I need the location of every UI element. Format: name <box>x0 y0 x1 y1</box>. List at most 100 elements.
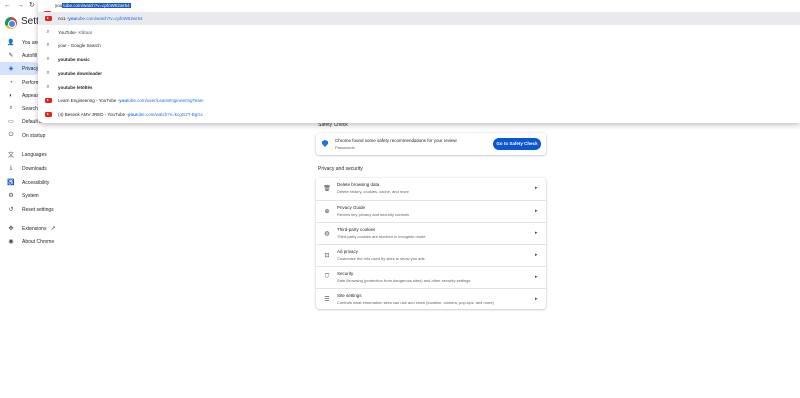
reset-icon: ↺ <box>8 207 14 213</box>
ad-privacy-row[interactable]: ⊡ Ad privacy Customize the info used by … <box>316 244 546 266</box>
ad-privacy-icon: ⊡ <box>324 253 330 259</box>
search-icon: ⌕ <box>46 42 50 48</box>
chevron-right-icon: ▸ <box>535 208 538 214</box>
sidebar-item-label: Privacy <box>22 65 39 72</box>
privacy-and-security-heading: Privacy and security <box>318 166 363 172</box>
suggestion-text: youtube downloader <box>58 71 103 76</box>
autofill-icon: ✎ <box>8 53 14 59</box>
omnibox-dropdown: youtube.com/watch?v=cpfoW52wr54 no1 - yo… <box>38 0 800 123</box>
search-icon: ⌕ <box>46 56 50 62</box>
row-title: Delete browsing data <box>337 182 380 187</box>
address-bar-input[interactable]: youtube.com/watch?v=cpfoW52wr54 <box>38 1 797 11</box>
suggestion-match: you <box>68 16 77 21</box>
chevron-right-icon: ▸ <box>535 185 538 191</box>
safety-check-title: Chrome found some safety recommendations… <box>335 138 457 143</box>
sliders-icon: ☰ <box>324 297 330 303</box>
sidebar-item-system[interactable]: ⚙ System <box>0 189 100 202</box>
suggestion-match: you <box>119 98 128 103</box>
suggestion-item[interactable]: ⌕ youtube music <box>38 53 800 66</box>
row-subtitle: Delete history, cookies, cache, and more <box>337 189 409 194</box>
row-title: Ad privacy <box>337 249 359 254</box>
suggestion-rest: - Kllitaar <box>75 30 93 35</box>
suggestion-prefix: Learn Engineering - YouTube - <box>58 98 120 103</box>
row-subtitle: Review key privacy and security controls <box>337 212 410 217</box>
youtube-icon <box>38 112 58 117</box>
sidebar-item-label: Reset settings <box>22 206 54 213</box>
safety-check-subtitle: Passwords <box>335 145 355 150</box>
chevron-right-icon: ▸ <box>535 296 538 302</box>
suggestion-item[interactable]: (4) Besenk AMV JRED - YouTube - you tube.… <box>38 108 800 121</box>
row-subtitle: Customize the info used by sites to show… <box>337 256 425 261</box>
third-party-cookies-row[interactable]: ◍ Third-party cookies Third-party cookie… <box>316 222 546 244</box>
chrome-logo-icon <box>5 17 17 29</box>
suggestion-text: youtube letöltés <box>58 85 93 90</box>
speedometer-icon: ◔ <box>9 79 13 86</box>
suggestion-match: you <box>127 112 136 117</box>
sidebar-item-reset-settings[interactable]: ↺ Reset settings <box>0 203 100 216</box>
sidebar-item-label: Downloads <box>22 165 47 172</box>
privacy-and-security-card: 🗑 Delete browsing data Delete history, c… <box>316 178 546 309</box>
shield-icon <box>322 140 328 147</box>
row-subtitle: Third-party cookies are blocked in Incog… <box>337 234 426 239</box>
translate-icon: 文 <box>7 153 14 159</box>
sidebar-item-extensions[interactable]: ✥ Extensions ↗ <box>0 222 100 235</box>
search-icon: ⌕ <box>46 29 50 35</box>
omnibox[interactable]: youtube.com/watch?v=cpfoW52wr54 <box>38 0 800 16</box>
forward-arrow-icon[interactable]: → <box>17 1 24 10</box>
puzzle-icon: ✥ <box>8 226 14 232</box>
suggestion-item[interactable]: ⌕ YouTube - Kllitaar <box>38 26 800 39</box>
row-subtitle: Controls what information sites can use … <box>337 300 494 305</box>
safety-check-card: Chrome found some safety recommendations… <box>316 133 546 155</box>
go-to-safety-check-button[interactable]: Go to Safety Check <box>493 138 541 150</box>
sidebar-item-privacy[interactable]: ◈ Privacy <box>0 62 40 75</box>
suggestion-item[interactable]: Learn Engineering - YouTube - you tube.co… <box>38 94 800 107</box>
cookie-icon: ◍ <box>324 231 330 237</box>
chevron-right-icon: ▸ <box>535 252 538 258</box>
reload-icon[interactable]: ↻ <box>29 1 35 10</box>
suggestion-prefix: (4) Besenk AMV JRED - YouTube - <box>58 112 128 117</box>
site-settings-row[interactable]: ☰ Site settings Controls what informatio… <box>316 288 546 310</box>
suggestion-prefix: no1 - <box>58 16 69 21</box>
sidebar-item-label: Appear <box>22 92 39 99</box>
sidebar-item-label: On startup <box>22 132 46 139</box>
sidebar-item-label: Languages <box>22 151 47 158</box>
sidebar-item-label: System <box>22 192 39 199</box>
suggestion-url: tube.com/watch?v=kcgG2T-BgGc <box>135 112 204 117</box>
sidebar-item-about-chrome[interactable]: ◉ About Chrome <box>0 235 100 248</box>
trash-icon: 🗑 <box>323 186 331 192</box>
privacy-guide-icon: ⊕ <box>324 209 330 215</box>
sidebar-item-downloads[interactable]: ⤓ Downloads <box>0 162 100 175</box>
back-arrow-icon[interactable]: ← <box>4 1 11 10</box>
search-icon: ⌕ <box>9 105 13 111</box>
chrome-icon: ◉ <box>8 239 14 245</box>
delete-browsing-data-row[interactable]: 🗑 Delete browsing data Delete history, c… <box>316 178 546 200</box>
sidebar-item-label: Extensions <box>22 225 47 232</box>
suggestion-text: your - Google Search <box>58 43 101 48</box>
suggestion-item[interactable]: no1 - you tube.com/watch?v=cpfoW52wr54 <box>38 12 800 25</box>
accessibility-icon: ♿ <box>7 180 15 186</box>
suggestion-text: youtube music <box>58 57 90 62</box>
row-title: Privacy Guide <box>337 205 366 210</box>
suggestion-item[interactable]: ⌕ youtube letöltés <box>38 81 800 94</box>
search-icon: ⌕ <box>46 84 50 90</box>
suggestion-url: tube.com/watch?v=cpfoW52wr54 <box>76 16 143 21</box>
sidebar-item-label: Autofill <box>22 52 38 59</box>
wrench-icon: ⚙ <box>8 193 14 199</box>
suggestion-url: tube.com/user/LearnEngineeringTeam <box>127 98 204 103</box>
external-link-icon: ↗ <box>50 226 56 232</box>
row-title: Site settings <box>337 293 362 298</box>
power-icon: ⏻ <box>8 132 14 138</box>
suggestion-match: YouTube <box>58 30 76 35</box>
sidebar-item-languages[interactable]: 文 Languages <box>0 148 100 161</box>
suggestion-item[interactable]: ⌕ your - Google Search <box>38 39 800 52</box>
sidebar-item-on-startup[interactable]: ⏻ On startup <box>0 129 100 142</box>
security-row[interactable]: ⛉ Security Safe Browsing (protection fro… <box>316 266 546 288</box>
shield-icon: ◈ <box>8 66 14 72</box>
youtube-icon <box>38 98 58 103</box>
download-icon: ⤓ <box>9 165 13 171</box>
sidebar-item-accessibility[interactable]: ♿ Accessibility <box>0 176 100 189</box>
privacy-guide-row[interactable]: ⊕ Privacy Guide Review key privacy and s… <box>316 200 546 222</box>
browser-icon: ▭ <box>8 119 14 125</box>
suggestion-item[interactable]: ⌕ youtube downloader <box>38 67 800 80</box>
row-title: Third-party cookies <box>337 227 376 232</box>
